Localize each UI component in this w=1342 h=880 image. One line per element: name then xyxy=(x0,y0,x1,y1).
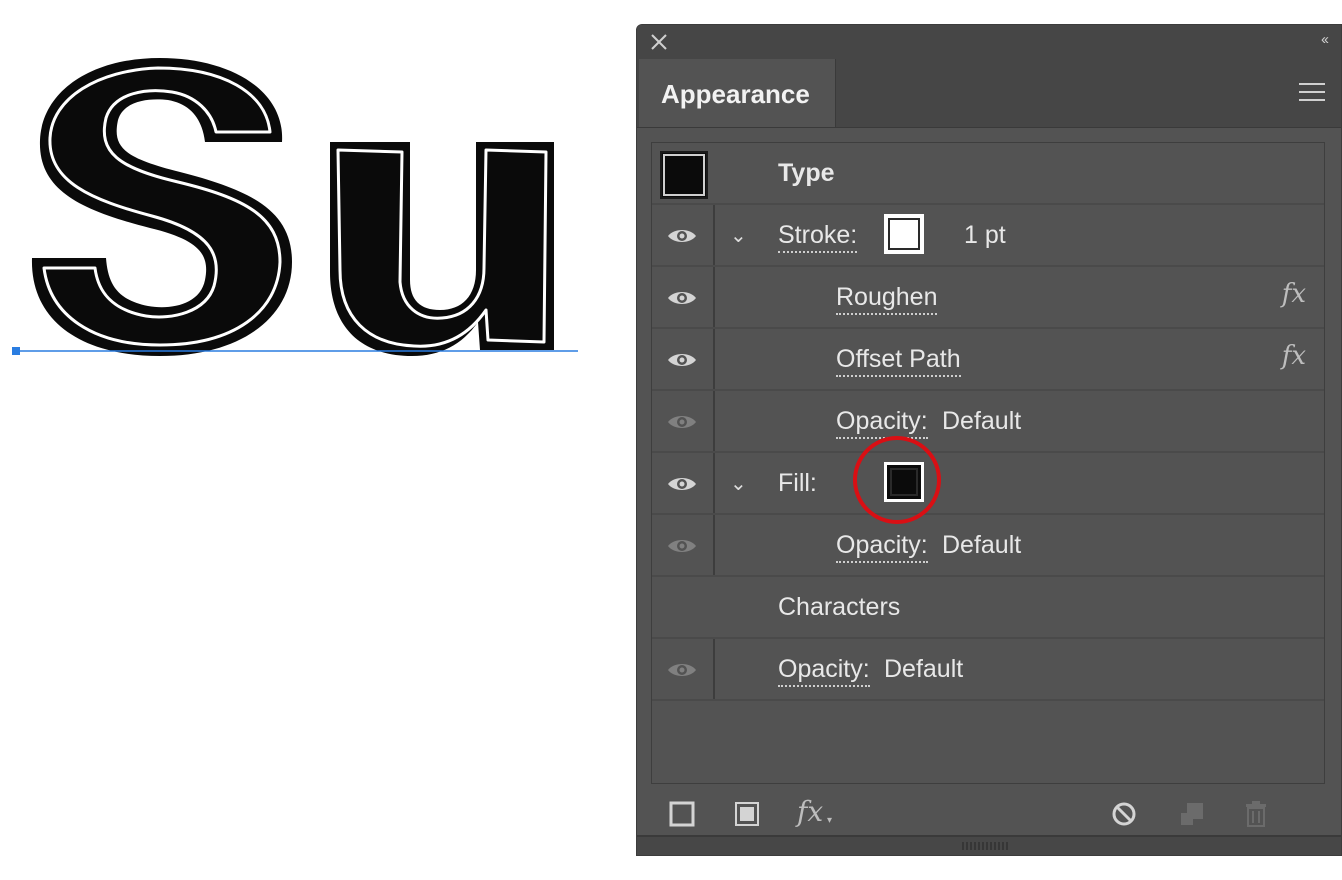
eye-icon[interactable] xyxy=(666,226,698,246)
eye-dim-icon[interactable] xyxy=(666,536,698,556)
duplicate-item-icon xyxy=(1181,803,1203,825)
fill-label: Fill: xyxy=(778,469,817,497)
opacity-value: Default xyxy=(942,531,1022,559)
collapse-panel-icon[interactable]: ‹‹ xyxy=(1321,31,1329,48)
add-new-stroke-icon[interactable] xyxy=(667,799,697,829)
tab-appearance-label: Appearance xyxy=(661,79,810,109)
caret-down-icon: ▾ xyxy=(827,815,833,826)
row-stroke-opacity[interactable]: Opacity: Default xyxy=(652,391,1324,453)
opacity-value: Default xyxy=(884,655,964,683)
resize-grip-icon[interactable] xyxy=(961,841,1011,851)
fx-icon[interactable]: fx xyxy=(1282,341,1306,371)
stroke-weight[interactable]: 1 pt xyxy=(964,221,1006,250)
fx-icon[interactable]: fx xyxy=(1282,279,1306,309)
chevron-down-icon[interactable]: ⌄ xyxy=(730,223,747,248)
row-offset-path[interactable]: Offset Path fx xyxy=(652,329,1324,391)
eye-icon[interactable] xyxy=(666,288,698,308)
add-new-fill-icon[interactable] xyxy=(732,799,762,829)
type-label: Type xyxy=(778,159,835,187)
row-characters[interactable]: Characters xyxy=(652,577,1324,639)
opacity-link[interactable]: Opacity: xyxy=(836,531,928,563)
offset-path-effect-link[interactable]: Offset Path xyxy=(836,345,961,377)
opacity-value: Default xyxy=(942,407,1022,435)
panel-titlebar[interactable]: ‹‹ xyxy=(637,25,1341,60)
eye-dim-icon[interactable] xyxy=(666,412,698,432)
tab-appearance[interactable]: Appearance xyxy=(639,59,836,127)
eye-dim-icon[interactable] xyxy=(666,660,698,680)
eye-icon[interactable] xyxy=(666,474,698,494)
eye-icon[interactable] xyxy=(666,350,698,370)
clear-appearance-icon[interactable] xyxy=(1109,799,1139,829)
letter-s xyxy=(31,58,293,356)
stroke-color-swatch[interactable] xyxy=(884,214,924,254)
delete-trash-icon xyxy=(1246,801,1266,827)
row-type[interactable]: Type xyxy=(652,143,1324,205)
panel-menu-icon[interactable] xyxy=(1299,83,1325,105)
letter-u xyxy=(330,142,554,356)
appearance-panel: ‹‹ Appearance Type ⌄ Stroke: 1 pt Roughe… xyxy=(636,24,1342,856)
row-fill-opacity[interactable]: Opacity: Default xyxy=(652,515,1324,577)
close-icon[interactable] xyxy=(649,32,669,52)
roughen-effect-link[interactable]: Roughen xyxy=(836,283,938,315)
chevron-down-icon[interactable]: ⌄ xyxy=(730,471,747,496)
su-letterforms xyxy=(12,58,578,356)
panel-bottom-toolbar: fx ▾ xyxy=(637,793,1341,835)
row-fill[interactable]: ⌄ Fill: xyxy=(652,453,1324,515)
opacity-link[interactable]: Opacity: xyxy=(836,407,928,439)
row-object-opacity[interactable]: Opacity: Default xyxy=(652,639,1324,701)
canvas-artwork[interactable]: Su xyxy=(0,0,600,420)
stroke-label[interactable]: Stroke: xyxy=(778,221,858,253)
add-new-effect-fx-icon[interactable]: fx xyxy=(797,795,827,828)
panel-tabstrip: Appearance xyxy=(637,59,1341,128)
panel-resize-grip[interactable] xyxy=(637,835,1341,855)
appearance-list: Type ⌄ Stroke: 1 pt Roughen fx Offset Pa… xyxy=(651,142,1325,784)
type-thumbnail xyxy=(660,151,708,199)
characters-label: Characters xyxy=(778,593,901,621)
highlight-circle xyxy=(853,436,941,524)
row-stroke[interactable]: ⌄ Stroke: 1 pt xyxy=(652,205,1324,267)
row-roughen[interactable]: Roughen fx xyxy=(652,267,1324,329)
opacity-link[interactable]: Opacity: xyxy=(778,655,870,687)
